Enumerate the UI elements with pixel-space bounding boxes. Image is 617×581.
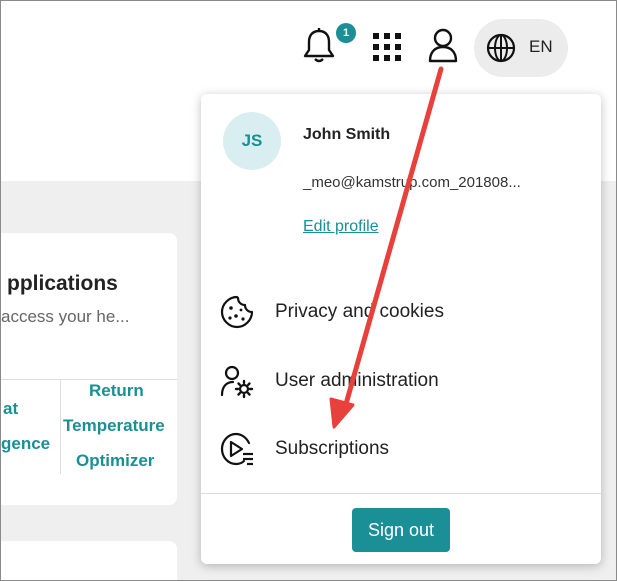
panel-divider <box>201 493 601 494</box>
app-tile-left-line1[interactable]: at <box>3 399 18 419</box>
user-name: John Smith <box>303 126 391 143</box>
menu-item-user-administration[interactable]: User administration <box>219 361 579 401</box>
tile-divider <box>60 379 61 474</box>
menu-item-label: Privacy and cookies <box>275 301 444 322</box>
sign-out-button[interactable]: Sign out <box>352 508 450 552</box>
secondary-card <box>1 541 177 580</box>
app-tile-return-line2[interactable]: Temperature <box>63 416 165 436</box>
language-code: EN <box>529 37 553 56</box>
card-divider <box>1 379 177 380</box>
avatar: JS <box>223 112 281 170</box>
card-title: pplications <box>7 272 118 295</box>
edit-profile-link[interactable]: Edit profile <box>303 218 379 236</box>
top-bar: 1 EN <box>1 1 616 93</box>
card-subtitle: access your he... <box>1 307 130 326</box>
menu-item-label: Subscriptions <box>275 438 390 459</box>
notifications-bell-icon[interactable] <box>301 25 337 65</box>
menu-item-label: User administration <box>275 370 439 391</box>
cookie-icon <box>219 294 255 330</box>
menu-item-subscriptions[interactable]: Subscriptions <box>219 429 579 469</box>
user-email: _meo@kamstrup.com_201808... <box>303 174 521 191</box>
user-profile-icon[interactable] <box>425 25 461 65</box>
screenshot-frame: 1 EN pplications access your he... at ge… <box>0 0 617 581</box>
language-selector[interactable]: EN <box>474 19 568 77</box>
menu-item-privacy-cookies[interactable]: Privacy and cookies <box>219 292 579 332</box>
user-settings-icon <box>219 363 255 399</box>
app-launcher-grid-icon[interactable] <box>371 31 403 63</box>
profile-dropdown: JS John Smith _meo@kamstrup.com_201808..… <box>201 94 601 564</box>
app-tile-return-line1[interactable]: Return <box>89 381 144 401</box>
globe-icon <box>486 33 516 63</box>
notification-badge: 1 <box>336 23 356 43</box>
subscriptions-icon <box>219 431 255 467</box>
app-tile-return-line3[interactable]: Optimizer <box>76 451 154 471</box>
app-tile-left-line2[interactable]: gence <box>1 434 50 454</box>
